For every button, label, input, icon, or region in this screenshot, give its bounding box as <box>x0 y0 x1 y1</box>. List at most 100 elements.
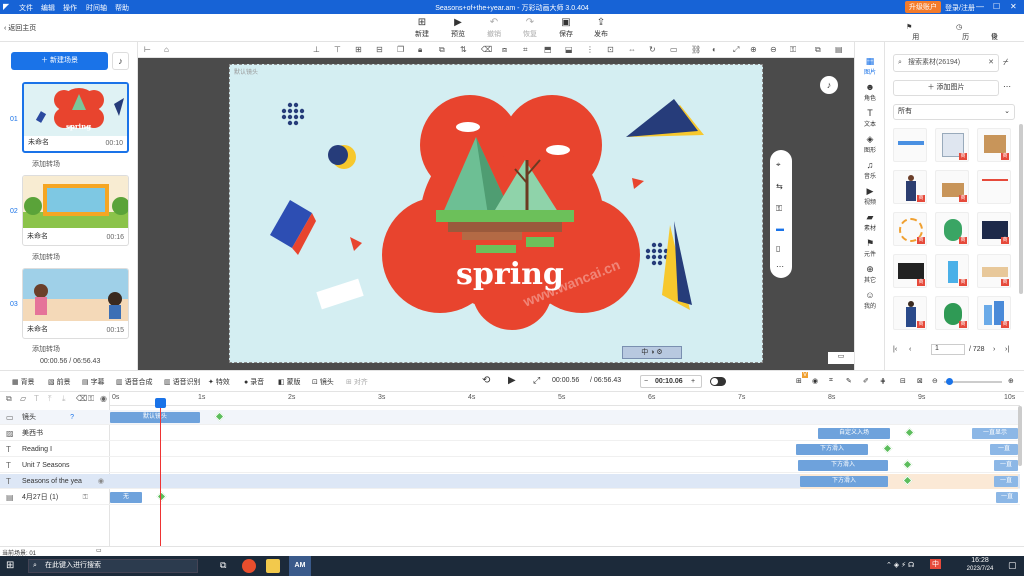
tab-shapes[interactable]: ◈ 图形 <box>855 134 885 154</box>
tts-button[interactable]: ▥ 语音合成 <box>116 377 153 387</box>
upgrade-button[interactable]: 升级账户 <box>905 1 941 13</box>
zoom-in-icon[interactable]: ⊕ <box>750 45 757 54</box>
align-middle-icon[interactable]: ⊟ <box>376 45 383 54</box>
lock-icon[interactable]: 🔒︎ <box>418 45 422 55</box>
align-center-icon[interactable]: ⊞ <box>355 45 362 54</box>
more-options-icon[interactable]: ⋯ <box>1003 82 1011 91</box>
align-bottom-icon[interactable]: ⊥ <box>313 45 320 54</box>
keyframe-marker[interactable] <box>902 459 913 470</box>
minimize-icon[interactable]: — <box>976 2 984 11</box>
screen-toggle-icon[interactable]: ▭ <box>828 352 854 364</box>
crop-icon[interactable]: ⌗ <box>829 377 833 385</box>
next-page-icon[interactable]: › <box>993 346 995 353</box>
asset-tile[interactable]: 商 <box>935 170 969 204</box>
preview-button[interactable]: ▶ 预览 <box>443 16 473 39</box>
tab-music[interactable]: ♫ 音乐 <box>855 160 885 180</box>
track-camera[interactable]: ▭ 镜头? <box>0 410 110 425</box>
align-icon[interactable]: ⊢ <box>144 45 151 54</box>
history-button[interactable]: ◷ 历史 <box>956 23 969 51</box>
scene-card-2[interactable]: 未命名 00:16 <box>22 175 129 246</box>
folder-icon[interactable]: ▱ <box>20 394 26 403</box>
effects-button[interactable]: ✦ 特效 <box>208 377 230 387</box>
clip-slide-in[interactable]: 下方滑入 <box>800 476 888 487</box>
redo-button[interactable]: ↷ 恢复 <box>515 16 545 39</box>
align-button[interactable]: ⊞ 对齐 <box>346 377 368 387</box>
link-icon[interactable]: ⛓ <box>691 45 701 54</box>
toggle-switch[interactable] <box>710 377 726 386</box>
tab-materials[interactable]: ▰ 素材 <box>855 212 885 232</box>
zoom-in-icon[interactable]: ⊕ <box>1008 377 1014 385</box>
zoom-out-icon[interactable]: ⊖ <box>932 377 938 385</box>
split-icon[interactable]: ⊟ <box>900 377 906 385</box>
transparency-icon[interactable]: ◐ <box>712 45 717 54</box>
asset-tile[interactable]: 商 <box>893 212 927 246</box>
bring-front-icon[interactable]: ⬒ <box>544 45 552 54</box>
track-text-unit[interactable]: T Unit 7 Seasons <box>0 458 110 473</box>
tab-characters[interactable]: ☻ 角色 <box>855 82 885 102</box>
tab-components[interactable]: ⚑ 元件 <box>855 238 885 258</box>
back-home-button[interactable]: ‹ 返回主页 <box>4 23 36 33</box>
down-icon[interactable]: ⤓ <box>62 394 66 404</box>
keyframe-marker[interactable] <box>882 443 893 454</box>
lock-icon[interactable]: ⚿ <box>83 490 88 505</box>
fullscreen-icon[interactable]: ⤢ <box>533 375 540 386</box>
scene-card-1[interactable]: spring 未命名 00:10 <box>22 82 129 153</box>
distribute-icon[interactable]: ⋮ <box>586 45 594 54</box>
group-icon[interactable]: ⧉ <box>439 45 445 55</box>
asset-tile[interactable]: 商 <box>977 212 1011 246</box>
asset-search-input[interactable]: ⌕ 搜索素材(26194) ✕ <box>893 54 999 72</box>
menu-help[interactable]: 帮助 <box>115 3 129 13</box>
scene-card-3[interactable]: 未命名 00:15 <box>22 268 129 339</box>
delete-icon[interactable]: ⌫ <box>481 45 492 54</box>
clip-none[interactable]: 无 <box>110 492 142 503</box>
lock-stage-icon[interactable]: ⚿ <box>790 45 796 55</box>
copy-icon[interactable]: ❐ <box>397 45 404 54</box>
add-track-icon[interactable]: ⧉ <box>6 394 12 404</box>
track-text-reading[interactable]: T Reading Ⅰ <box>0 442 110 457</box>
add-transition-link[interactable]: 添加转场 <box>32 252 60 262</box>
rotate-icon[interactable]: ↻ <box>649 45 656 54</box>
clip-slide-in[interactable]: 下方滑入 <box>796 444 868 455</box>
taskbar-search-input[interactable]: ⌕ 在此键入进行搜索 <box>28 559 198 573</box>
first-page-icon[interactable]: |‹ <box>893 346 897 353</box>
add-transition-link[interactable]: 添加转场 <box>32 344 60 354</box>
track-image[interactable]: ▨ 美西书 <box>0 426 110 441</box>
size-icon[interactable]: ⇔ <box>628 45 636 54</box>
tab-mine[interactable]: ☺ 我的 <box>855 290 885 310</box>
tray-icons[interactable]: ⌃ ◈ ⚡ ☊ <box>886 561 914 569</box>
keyframe-marker[interactable] <box>904 427 915 438</box>
edit-icon[interactable]: ✎ <box>846 377 852 385</box>
flip-icon[interactable]: ⇅ <box>460 45 467 54</box>
feedback-button[interactable]: ⚑ 用户反馈 <box>906 23 919 71</box>
stage-music-icon[interactable]: ♪ <box>820 76 838 94</box>
select-icon[interactable]: ⌖ <box>776 160 781 170</box>
keyframe-marker[interactable] <box>214 411 225 422</box>
camera-button[interactable]: ⊡ 镜头 <box>312 377 334 387</box>
undo-button[interactable]: ↶ 撤销 <box>479 16 509 39</box>
add-image-button[interactable]: ＋ 添加图片 <box>893 80 999 96</box>
menu-file[interactable]: 文件 <box>19 3 33 13</box>
asset-tile[interactable]: 商 <box>977 254 1011 288</box>
close-icon[interactable]: ✕ <box>1010 2 1017 11</box>
send-back-icon[interactable]: ⬓ <box>565 45 573 54</box>
menu-operate[interactable]: 操作 <box>63 3 77 13</box>
layer-icon[interactable]: ⧈ <box>502 45 507 55</box>
asset-tile[interactable]: 商 <box>977 128 1011 162</box>
asset-tile[interactable]: 商 <box>935 128 969 162</box>
camera-snap-icon[interactable]: ◉ <box>812 377 818 385</box>
keyframe-marker[interactable] <box>156 491 167 502</box>
playhead-handle[interactable] <box>155 398 166 408</box>
maximize-icon[interactable]: ☐ <box>993 2 1000 11</box>
paint-icon[interactable]: ✐ <box>863 377 869 385</box>
last-page-icon[interactable]: ›| <box>1005 346 1009 353</box>
lock-all-icon[interactable]: ⚿ <box>88 394 94 404</box>
duplicate-icon[interactable]: ⧉ <box>815 45 821 55</box>
filter-icon[interactable]: ⌿ <box>1003 57 1008 68</box>
clear-icon[interactable]: ✕ <box>988 55 994 71</box>
timeline-scrollbar[interactable] <box>1018 406 1022 466</box>
delete-track-icon[interactable]: ⌫ <box>76 394 87 403</box>
screen-icon[interactable]: ▭ <box>96 547 102 554</box>
task-view-icon[interactable]: ⧉ <box>220 560 226 571</box>
up-icon[interactable]: ⤒ <box>48 394 52 404</box>
zoom-out-icon[interactable]: ⊖ <box>770 45 777 54</box>
